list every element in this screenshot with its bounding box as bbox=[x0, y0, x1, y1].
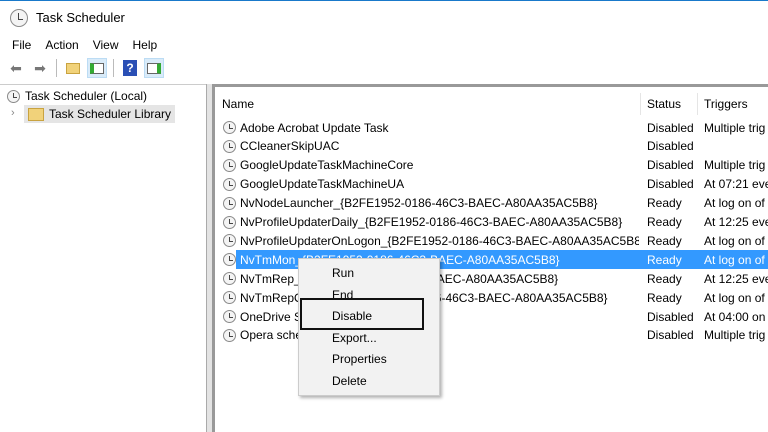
header-label: Triggers bbox=[704, 97, 748, 111]
clock-icon bbox=[223, 139, 236, 153]
clock-icon bbox=[223, 272, 236, 286]
task-status: Ready bbox=[647, 215, 682, 229]
tree-item-task-scheduler-library[interactable]: Task Scheduler Library bbox=[24, 105, 176, 123]
tree-label: Task Scheduler Library bbox=[49, 107, 172, 121]
task-status: Disabled bbox=[647, 309, 694, 324]
table-row[interactable]: GoogleUpdateTaskMachineCore Disabled Mul… bbox=[215, 156, 768, 175]
table-row[interactable]: NvNodeLauncher_{B2FE1952-0186-46C3-BAEC-… bbox=[215, 194, 768, 213]
clock-icon bbox=[223, 291, 236, 305]
column-header-name[interactable]: Name bbox=[215, 93, 641, 115]
clock-icon bbox=[223, 196, 236, 210]
menu-file[interactable]: File bbox=[12, 38, 31, 52]
header-label: Name bbox=[222, 97, 255, 111]
task-triggers: At 12:25 ever bbox=[704, 215, 768, 229]
context-menu-properties[interactable]: Properties bbox=[332, 349, 387, 369]
task-triggers: At log on of bbox=[704, 290, 765, 305]
console-tree-pane: Task Scheduler (Local) › Task Scheduler … bbox=[0, 84, 206, 432]
table-row[interactable]: NvProfileUpdaterOnLogon_{B2FE1952-0186-4… bbox=[215, 231, 768, 250]
clock-icon bbox=[223, 328, 236, 342]
clock-icon bbox=[223, 215, 236, 229]
clock-icon bbox=[223, 234, 236, 248]
task-triggers bbox=[704, 137, 768, 156]
table-row[interactable]: CCleanerSkipUAC Disabled bbox=[215, 137, 768, 156]
clock-icon bbox=[223, 253, 236, 267]
task-name-cell: NvProfileUpdaterOnLogon_{B2FE1952-0186-4… bbox=[223, 231, 639, 250]
clock-icon bbox=[223, 121, 236, 134]
tree-label: Task Scheduler (Local) bbox=[25, 89, 148, 103]
task-name: GoogleUpdateTaskMachineCore bbox=[240, 158, 414, 173]
back-arrow-icon[interactable]: ⬅ bbox=[6, 58, 26, 78]
task-triggers: At 12:25 ever bbox=[704, 271, 768, 286]
task-triggers: Multiple trig bbox=[704, 158, 766, 173]
up-folder-icon[interactable] bbox=[63, 58, 83, 78]
toolbar: ⬅ ➡ ? bbox=[0, 55, 768, 81]
clock-icon bbox=[7, 89, 20, 103]
help-icon[interactable]: ? bbox=[120, 58, 140, 78]
column-header-status[interactable]: Status bbox=[641, 93, 698, 115]
task-triggers: At 07:21 ever bbox=[704, 177, 768, 192]
show-hide-action-pane-icon[interactable] bbox=[144, 58, 164, 78]
table-row[interactable]: GoogleUpdateTaskMachineUA Disabled At 07… bbox=[215, 175, 768, 194]
task-status: Ready bbox=[647, 233, 682, 248]
task-name: Adobe Acrobat Update Task bbox=[240, 120, 389, 135]
clock-icon bbox=[223, 310, 236, 323]
context-menu-run[interactable]: Run bbox=[332, 263, 354, 283]
task-status: Ready bbox=[647, 196, 682, 211]
menu-action[interactable]: Action bbox=[45, 38, 78, 52]
task-name-cell: GoogleUpdateTaskMachineCore bbox=[223, 156, 639, 175]
task-status: Disabled bbox=[647, 328, 694, 343]
tree-item-task-scheduler-local[interactable]: Task Scheduler (Local) bbox=[7, 87, 147, 105]
task-name-cell: Adobe Acrobat Update Task bbox=[223, 118, 639, 137]
task-triggers: At log on of bbox=[704, 196, 765, 211]
task-name: CCleanerSkipUAC bbox=[240, 139, 340, 154]
column-header-triggers[interactable]: Triggers bbox=[698, 93, 768, 115]
title-bar: Task Scheduler bbox=[0, 0, 768, 34]
header-label: Status bbox=[647, 97, 682, 111]
context-menu-delete[interactable]: Delete bbox=[332, 371, 367, 391]
clock-icon bbox=[223, 177, 236, 191]
pane-splitter[interactable] bbox=[206, 84, 213, 432]
task-name-cell: NvNodeLauncher_{B2FE1952-0186-46C3-BAEC-… bbox=[223, 194, 639, 213]
chevron-right-icon[interactable]: › bbox=[11, 107, 15, 119]
task-list-pane: Name Status Triggers Adobe Acrobat Updat… bbox=[213, 84, 768, 432]
menu-help[interactable]: Help bbox=[133, 38, 158, 52]
highlight-box bbox=[300, 298, 424, 330]
task-name: NvProfileUpdaterOnLogon_{B2FE1952-0186-4… bbox=[240, 233, 639, 248]
table-row[interactable]: NvProfileUpdaterDaily_{B2FE1952-0186-46C… bbox=[215, 213, 768, 232]
task-name: GoogleUpdateTaskMachineUA bbox=[240, 177, 405, 192]
task-status: Disabled bbox=[647, 120, 694, 135]
task-triggers: At 04:00 on bbox=[704, 309, 766, 324]
task-status: Ready bbox=[647, 290, 682, 305]
clock-icon bbox=[223, 158, 236, 172]
task-status: Disabled bbox=[647, 139, 694, 154]
toolbar-divider bbox=[56, 59, 57, 77]
window-title: Task Scheduler bbox=[36, 10, 125, 25]
task-name: NvNodeLauncher_{B2FE1952-0186-46C3-BAEC-… bbox=[240, 196, 598, 211]
task-name-cell: CCleanerSkipUAC bbox=[223, 137, 639, 156]
menu-view[interactable]: View bbox=[93, 38, 119, 52]
show-hide-console-tree-icon[interactable] bbox=[87, 58, 107, 78]
table-header: Name Status Triggers bbox=[215, 93, 768, 115]
menu-bar: File Action View Help bbox=[0, 35, 768, 55]
task-status: Ready bbox=[647, 252, 682, 267]
task-status: Disabled bbox=[647, 177, 694, 192]
task-triggers: Multiple trig bbox=[704, 120, 766, 135]
task-triggers: At log on of bbox=[704, 252, 765, 267]
task-triggers: At log on of bbox=[704, 233, 765, 248]
folder-clock-icon bbox=[28, 107, 44, 121]
task-scheduler-app-icon bbox=[10, 8, 28, 27]
task-status: Ready bbox=[647, 271, 682, 286]
toolbar-divider bbox=[113, 59, 114, 77]
task-triggers: Multiple trig bbox=[704, 328, 766, 343]
context-menu-export[interactable]: Export... bbox=[332, 328, 377, 348]
table-row[interactable]: Adobe Acrobat Update Task Disabled Multi… bbox=[215, 118, 768, 137]
forward-arrow-icon[interactable]: ➡ bbox=[30, 58, 50, 78]
task-name: NvProfileUpdaterDaily_{B2FE1952-0186-46C… bbox=[240, 215, 623, 229]
task-status: Disabled bbox=[647, 158, 694, 173]
task-name-cell: NvProfileUpdaterDaily_{B2FE1952-0186-46C… bbox=[223, 213, 639, 232]
task-name-cell: GoogleUpdateTaskMachineUA bbox=[223, 175, 639, 194]
